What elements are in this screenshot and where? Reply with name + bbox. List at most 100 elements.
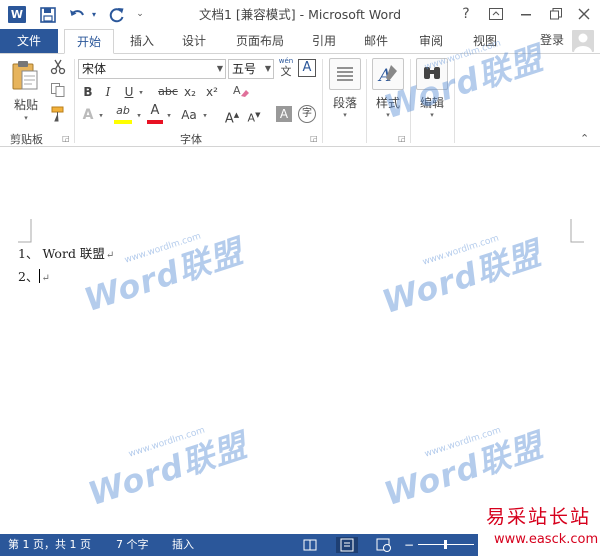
ribbon-display-icon bbox=[489, 8, 503, 20]
restore-icon bbox=[550, 8, 562, 20]
underline-dropdown-icon[interactable]: ▾ bbox=[136, 82, 146, 102]
clear-formatting-button[interactable]: A bbox=[232, 82, 252, 102]
insert-mode-status[interactable]: 插入 bbox=[172, 534, 194, 556]
font-name-dropdown-icon[interactable]: ▼ bbox=[217, 60, 223, 78]
highlight-color-swatch bbox=[114, 120, 132, 124]
title-bar: W ▾ ⌄ 文档1 [兼容模式] - Microsoft Word ? bbox=[0, 0, 600, 29]
font-color-text: A bbox=[150, 103, 160, 118]
tab-home[interactable]: 开始 bbox=[64, 29, 114, 54]
styles-dialog-launcher-icon[interactable]: ◲ bbox=[398, 134, 406, 143]
underline-button[interactable]: U bbox=[122, 82, 136, 102]
strikethrough-button[interactable]: abc bbox=[156, 82, 180, 102]
close-button[interactable] bbox=[570, 3, 598, 25]
redo-button[interactable] bbox=[106, 4, 128, 25]
superscript-button[interactable]: x² bbox=[203, 82, 221, 102]
help-button[interactable]: ? bbox=[452, 3, 480, 25]
save-button[interactable] bbox=[38, 4, 58, 25]
tab-file[interactable]: 文件 bbox=[0, 29, 58, 53]
copy-icon bbox=[51, 83, 65, 97]
shrink-font-button[interactable]: A▼ bbox=[246, 105, 262, 125]
read-mode-button[interactable] bbox=[302, 537, 318, 553]
format-painter-button[interactable] bbox=[50, 106, 68, 124]
paste-button[interactable]: 粘贴 ▾ bbox=[10, 60, 42, 122]
phonetic-char: 文 bbox=[280, 65, 292, 78]
tab-design[interactable]: 设计 bbox=[174, 29, 214, 53]
tab-references[interactable]: 引用 bbox=[304, 29, 344, 53]
undo-icon bbox=[70, 10, 84, 16]
ribbon-separator bbox=[366, 59, 367, 143]
web-layout-button[interactable] bbox=[376, 537, 392, 553]
font-dialog-launcher-icon[interactable]: ◲ bbox=[310, 134, 318, 143]
tab-insert[interactable]: 插入 bbox=[122, 29, 162, 53]
copy-button[interactable] bbox=[50, 82, 68, 100]
minimize-icon bbox=[521, 14, 531, 16]
grow-font-button[interactable]: A▲ bbox=[224, 105, 240, 126]
user-icon bbox=[574, 33, 592, 52]
binoculars-icon bbox=[416, 58, 448, 90]
close-icon bbox=[578, 8, 590, 20]
styles-dropdown-icon[interactable]: ▾ bbox=[370, 111, 406, 119]
paragraph-mark: ↵ bbox=[105, 250, 115, 261]
editing-label: 编辑 bbox=[419, 96, 444, 110]
undo-button[interactable] bbox=[66, 4, 90, 25]
tab-mailings[interactable]: 邮件 bbox=[356, 29, 396, 53]
subscript-button[interactable]: x₂ bbox=[181, 82, 199, 102]
tab-page-layout[interactable]: 页面布局 bbox=[228, 29, 292, 53]
zoom-slider-thumb[interactable] bbox=[444, 540, 447, 549]
text-effects-button[interactable]: A bbox=[80, 105, 96, 125]
cut-button[interactable] bbox=[50, 59, 68, 77]
phonetic-guide-button[interactable]: wén 文 bbox=[277, 57, 295, 79]
list-number: 1、 bbox=[18, 246, 39, 261]
tab-view[interactable]: 视图 bbox=[464, 29, 506, 53]
editing-button[interactable]: 编辑 ▾ bbox=[414, 58, 450, 119]
page-count-status[interactable]: 第 1 页，共 1 页 bbox=[8, 534, 91, 556]
font-size-value: 五号 bbox=[232, 62, 257, 76]
highlight-text: ab bbox=[116, 104, 130, 117]
change-case-button[interactable]: Aa bbox=[178, 105, 200, 125]
character-shading-button[interactable]: A bbox=[276, 106, 292, 122]
bold-button[interactable]: B bbox=[80, 82, 96, 102]
font-color-dropdown-icon[interactable]: ▾ bbox=[164, 105, 174, 125]
clipboard-dialog-launcher-icon[interactable]: ◲ bbox=[62, 134, 70, 143]
tab-review[interactable]: 审阅 bbox=[410, 29, 452, 53]
font-size-dropdown-icon[interactable]: ▼ bbox=[265, 60, 271, 78]
redo-icon bbox=[109, 8, 124, 23]
enclose-characters-button[interactable]: 字 bbox=[298, 105, 316, 123]
character-border-button[interactable]: A bbox=[298, 59, 316, 77]
collapse-ribbon-icon[interactable]: ⌃ bbox=[580, 132, 589, 145]
shrink-font-text: A bbox=[247, 111, 256, 125]
paste-icon bbox=[12, 61, 38, 90]
word-app-icon[interactable]: W bbox=[8, 6, 26, 23]
customize-quick-access-icon[interactable]: ⌄ bbox=[134, 4, 146, 25]
highlight-dropdown-icon[interactable]: ▾ bbox=[134, 105, 144, 125]
list-text: Word 联盟 bbox=[42, 246, 105, 261]
font-size-combobox[interactable]: 五号 ▼ bbox=[228, 59, 274, 79]
styles-button[interactable]: A 样式 ▾ bbox=[370, 58, 406, 119]
word-count-status[interactable]: 7 个字 bbox=[116, 534, 149, 556]
paragraph-button[interactable]: 段落 ▾ bbox=[328, 58, 362, 119]
list-item[interactable]: 1、 Word 联盟↵ bbox=[18, 243, 114, 262]
font-group-label: 字体 bbox=[180, 133, 202, 146]
font-name-combobox[interactable]: 宋体 ▼ bbox=[78, 59, 226, 79]
font-color-button[interactable]: A bbox=[146, 104, 164, 126]
list-item[interactable]: 2、 ↵ bbox=[18, 266, 50, 285]
change-case-dropdown-icon[interactable]: ▾ bbox=[200, 105, 210, 125]
document-area[interactable]: 1、 Word 联盟↵ 2、 ↵ www.wordlm.com Word联盟 www… bbox=[0, 147, 600, 531]
format-painter-icon bbox=[51, 106, 64, 122]
undo-dropdown-button[interactable]: ▾ bbox=[89, 4, 99, 25]
minimize-button[interactable] bbox=[512, 3, 540, 25]
print-layout-button[interactable] bbox=[336, 537, 358, 553]
avatar[interactable] bbox=[572, 30, 594, 52]
ribbon-display-options-button[interactable] bbox=[482, 3, 510, 25]
zoom-out-button[interactable]: − bbox=[404, 534, 414, 556]
paragraph-dropdown-icon[interactable]: ▾ bbox=[328, 111, 362, 119]
italic-button[interactable]: I bbox=[100, 82, 116, 102]
font-color-swatch bbox=[147, 120, 163, 124]
highlight-button[interactable]: ab bbox=[112, 104, 134, 126]
text-effects-dropdown-icon[interactable]: ▾ bbox=[96, 105, 106, 125]
editing-dropdown-icon[interactable]: ▾ bbox=[414, 111, 450, 119]
save-icon bbox=[40, 7, 56, 23]
sign-in-link[interactable]: 登录 bbox=[540, 29, 564, 53]
restore-button[interactable] bbox=[542, 3, 570, 25]
paste-dropdown-icon[interactable]: ▾ bbox=[10, 114, 42, 122]
